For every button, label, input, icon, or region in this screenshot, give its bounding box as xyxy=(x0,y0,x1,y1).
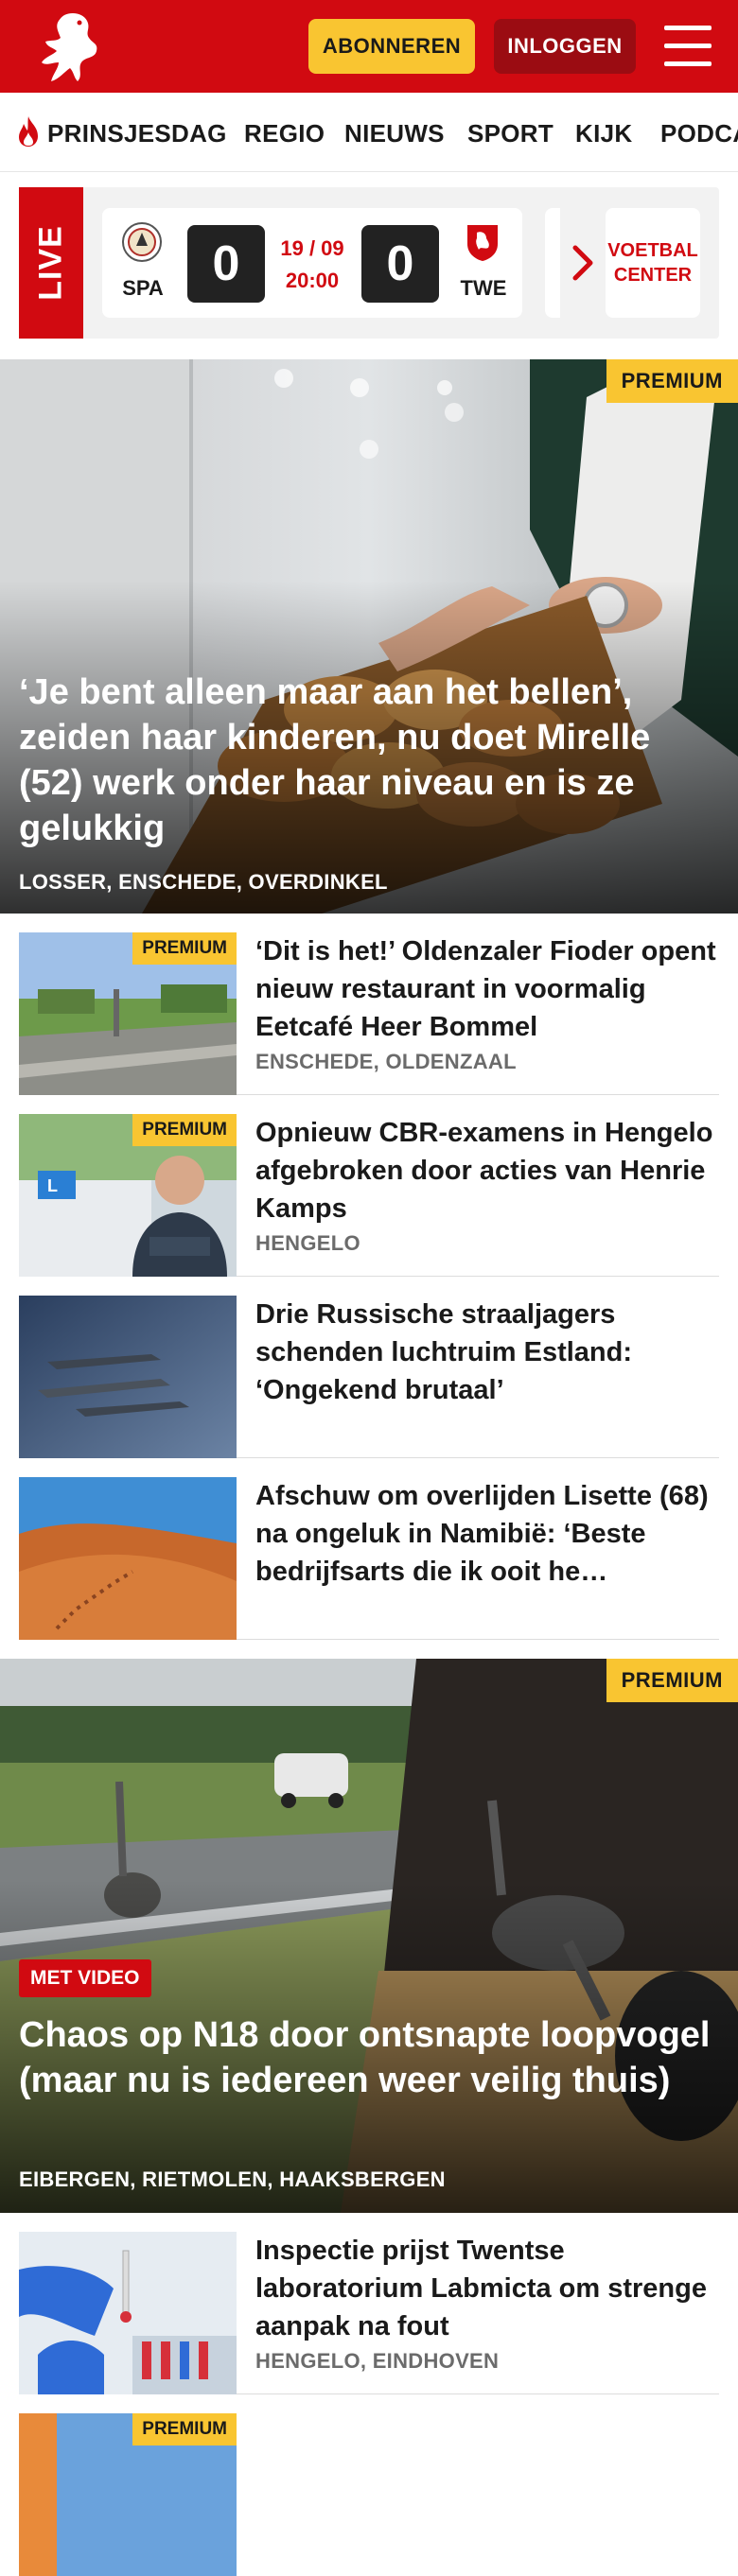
hero-tags: LOSSER, ENSCHEDE, OVERDINKEL xyxy=(19,870,388,894)
login-button[interactable]: INLOGGEN xyxy=(494,19,636,74)
list-item[interactable]: L PREMIUM Opnieuw CBR-examens in Hengelo… xyxy=(19,1095,719,1277)
article-thumbnail xyxy=(19,2232,237,2394)
nav-item-podcast[interactable]: PODCA xyxy=(660,119,738,148)
section-nav: PRINSJESDAG REGIO NIEUWS SPORT KIJK PODC… xyxy=(0,93,738,172)
hero-tags: EIBERGEN, RIETMOLEN, HAAKSBERGEN xyxy=(19,2167,446,2191)
flame-icon xyxy=(19,116,38,147)
list-item[interactable]: PREMIUM ‘Dit is het!’ Oldenzaler Fioder … xyxy=(19,914,719,1095)
sparta-logo-icon xyxy=(122,222,162,262)
premium-badge: PREMIUM xyxy=(132,932,237,965)
article-thumbnail: PREMIUM xyxy=(19,2413,237,2576)
hero-article-2[interactable]: PREMIUM MET VIDEO Chaos op N18 door onts… xyxy=(0,1659,738,2213)
article-tags: ENSCHEDE, OLDENZAAL xyxy=(255,1050,517,1073)
article-thumbnail xyxy=(19,1477,237,1640)
nav-item-sport[interactable]: SPORT xyxy=(467,119,554,148)
twente-logo-icon xyxy=(467,225,498,261)
list-item[interactable]: Afschuw om overlijden Lisette (68) na on… xyxy=(19,1458,719,1640)
menu-icon[interactable] xyxy=(664,26,712,67)
list-item[interactable]: Drie Russische straaljagers schenden luc… xyxy=(19,1277,719,1458)
home-team-name: SPA xyxy=(122,276,164,300)
article-title[interactable]: Drie Russische straaljagers schenden luc… xyxy=(255,1296,719,1409)
card-separator xyxy=(545,208,560,318)
away-score: 0 xyxy=(361,225,439,303)
article-thumbnail xyxy=(19,1296,237,1458)
nav-item-regio[interactable]: REGIO xyxy=(244,119,325,148)
match-card[interactable]: SPA 0 19 / 09 20:00 0 TWE xyxy=(102,208,522,318)
premium-badge: PREMIUM xyxy=(132,2413,237,2445)
article-tags: HENGELO xyxy=(255,1231,360,1255)
home-score: 0 xyxy=(187,225,265,303)
article-thumbnail: L PREMIUM xyxy=(19,1114,237,1277)
article-title[interactable]: Inspectie prijst Twentse laboratorium La… xyxy=(255,2232,719,2345)
list-item[interactable]: Inspectie prijst Twentse laboratorium La… xyxy=(19,2213,719,2394)
hero-article[interactable]: PREMIUM ‘Je bent alleen maar aan het bel… xyxy=(0,359,738,914)
nav-item-kijk[interactable]: KIJK xyxy=(575,119,632,148)
away-team-name: TWE xyxy=(460,276,507,300)
article-tags: HENGELO, EINDHOVEN xyxy=(255,2349,500,2373)
premium-badge: PREMIUM xyxy=(606,359,738,403)
nav-item-prinsjesdag[interactable]: PRINSJESDAG xyxy=(47,119,227,148)
live-score-bar: LIVE SPA 0 19 / 09 20:00 0 TWE VOETBAL C… xyxy=(19,187,719,339)
video-badge: MET VIDEO xyxy=(19,1959,151,1997)
article-thumbnail: PREMIUM xyxy=(19,932,237,1095)
match-time: 20:00 xyxy=(285,269,340,292)
chevron-right-icon[interactable] xyxy=(570,242,598,284)
voetbal-center-link[interactable]: VOETBAL CENTER xyxy=(606,208,700,318)
svg-text:L: L xyxy=(47,1176,58,1195)
list-item[interactable]: PREMIUM xyxy=(19,2394,719,2576)
subscribe-button[interactable]: ABONNEREN xyxy=(308,19,475,74)
match-date: 19 / 09 xyxy=(280,236,344,260)
premium-badge: PREMIUM xyxy=(606,1659,738,1702)
article-title[interactable]: Afschuw om overlijden Lisette (68) na on… xyxy=(255,1477,719,1591)
article-title[interactable]: Opnieuw CBR-examens in Hengelo afgebroke… xyxy=(255,1114,719,1227)
twente-horse-logo-icon[interactable] xyxy=(36,9,102,83)
nav-item-nieuws[interactable]: NIEUWS xyxy=(344,119,445,148)
article-title[interactable]: ‘Dit is het!’ Oldenzaler Fioder opent ni… xyxy=(255,932,719,1046)
live-tag: LIVE xyxy=(19,187,83,339)
top-header: ABONNEREN INLOGGEN xyxy=(0,0,738,93)
hero-title[interactable]: Chaos op N18 door ontsnapte loopvogel (m… xyxy=(19,2012,712,2103)
hero-title[interactable]: ‘Je bent alleen maar aan het bellen’, ze… xyxy=(19,670,712,851)
premium-badge: PREMIUM xyxy=(132,1114,237,1146)
